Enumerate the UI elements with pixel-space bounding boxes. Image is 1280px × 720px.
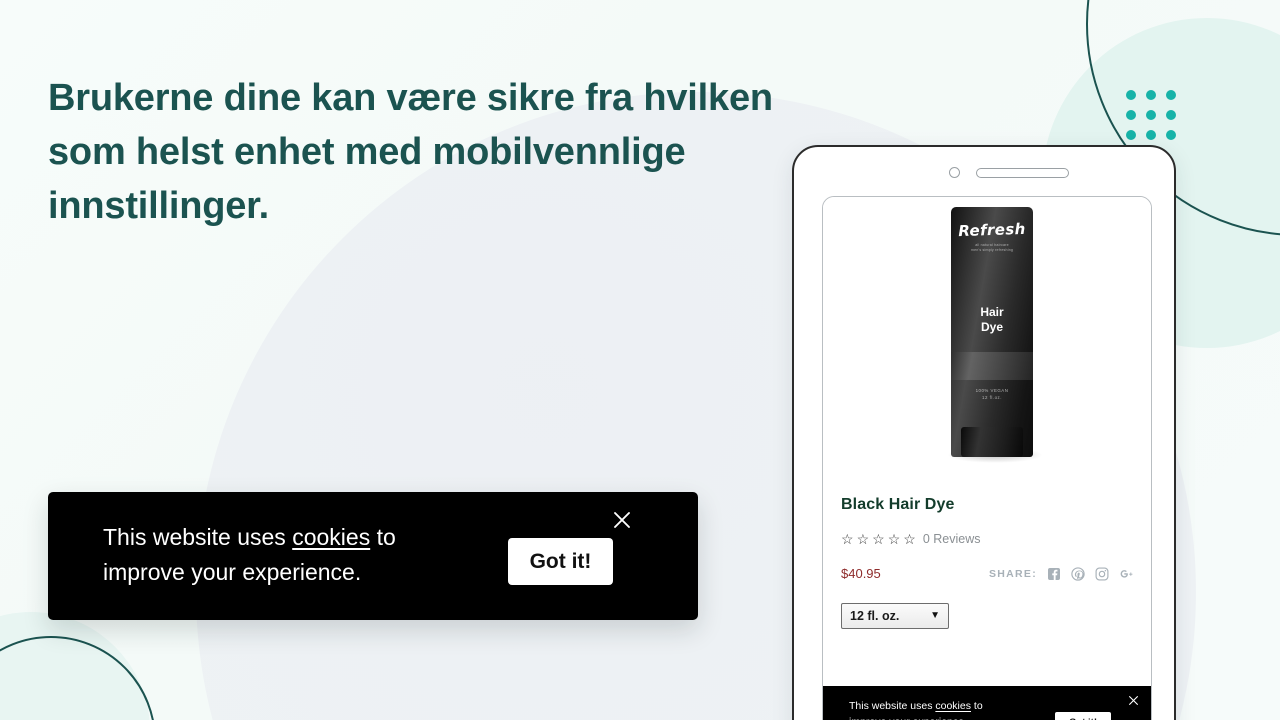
star-icon[interactable]: ☆ bbox=[903, 532, 916, 546]
pinterest-icon[interactable] bbox=[1071, 566, 1085, 581]
speaker-icon bbox=[976, 168, 1069, 178]
dot-icon bbox=[1166, 110, 1176, 120]
phone-cookie-accept-button[interactable]: Got it! bbox=[1055, 712, 1111, 720]
product-price: $40.95 bbox=[841, 566, 881, 581]
product-title: Black Hair Dye bbox=[841, 496, 955, 513]
product-tube: Refresh all natural haircare men's simpl… bbox=[951, 207, 1033, 457]
tube-legal-line-2: 12 fl.oz. bbox=[982, 395, 1002, 400]
phone-mockup: Refresh all natural haircare men's simpl… bbox=[792, 145, 1176, 720]
dot-icon bbox=[1126, 110, 1136, 120]
google-plus-icon[interactable] bbox=[1119, 567, 1133, 581]
variant-select[interactable]: 12 fl. oz. ▼ bbox=[841, 603, 949, 629]
cookie-text-before: This website uses bbox=[103, 524, 293, 550]
phone-cookie-banner: This website uses cookies to improve you… bbox=[823, 686, 1151, 720]
star-icon[interactable]: ☆ bbox=[841, 532, 854, 546]
cookie-accept-button[interactable]: Got it! bbox=[508, 538, 613, 585]
facebook-icon[interactable] bbox=[1047, 567, 1061, 581]
share-group: SHARE: bbox=[988, 566, 1133, 581]
phone-screen: Refresh all natural haircare men's simpl… bbox=[822, 196, 1152, 720]
tube-product-name: Hair Dye bbox=[951, 305, 1033, 335]
phone-cookie-text: This website uses cookies to improve you… bbox=[849, 698, 1019, 720]
cookie-banner-text: This website uses cookies to improve you… bbox=[103, 520, 483, 590]
tube-cap bbox=[961, 427, 1023, 457]
phone-cookie-close-icon[interactable] bbox=[1127, 694, 1140, 707]
dot-icon bbox=[1146, 90, 1156, 100]
dot-icon bbox=[1146, 110, 1156, 120]
product-image: Refresh all natural haircare men's simpl… bbox=[823, 197, 1151, 480]
tube-band bbox=[951, 352, 1033, 380]
tube-tagline: all natural haircare men's simply refres… bbox=[951, 243, 1033, 254]
share-icon-list bbox=[1047, 566, 1133, 581]
dot-grid-decoration bbox=[1126, 90, 1176, 140]
camera-icon bbox=[949, 167, 960, 178]
dot-icon bbox=[1146, 130, 1156, 140]
page-headline: Brukerne dine kan være sikre fra hvilken… bbox=[48, 77, 773, 228]
tube-legal-text: 100% VEGAN 12 fl.oz. bbox=[951, 387, 1033, 401]
star-icon[interactable]: ☆ bbox=[857, 532, 870, 546]
share-label: SHARE: bbox=[988, 567, 1037, 580]
tube-name-line-2: Dye bbox=[980, 320, 1003, 334]
cookie-consent-banner: This website uses cookies to improve you… bbox=[48, 492, 698, 620]
dot-icon bbox=[1166, 90, 1176, 100]
star-rating[interactable]: ☆ ☆ ☆ ☆ ☆ bbox=[841, 532, 916, 546]
tube-legal-line-1: 100% VEGAN bbox=[975, 388, 1009, 393]
phone-cookies-link[interactable]: cookies bbox=[935, 700, 971, 712]
tube-name-line-1: Hair bbox=[980, 305, 1004, 319]
chevron-down-icon: ▼ bbox=[930, 610, 940, 621]
close-icon[interactable] bbox=[610, 508, 634, 532]
star-icon[interactable]: ☆ bbox=[872, 532, 885, 546]
tube-brand-label: Refresh bbox=[957, 219, 1027, 241]
phone-cookie-text-before: This website uses bbox=[849, 700, 936, 712]
slide-canvas: Brukerne dine kan være sikre fra hvilken… bbox=[0, 0, 1280, 720]
product-details: Black Hair Dye ☆ ☆ ☆ ☆ ☆ 0 Reviews $40.9… bbox=[823, 480, 1151, 629]
tube-tagline-line-2: men's simply refreshing bbox=[970, 248, 1014, 253]
product-rating-row: ☆ ☆ ☆ ☆ ☆ 0 Reviews bbox=[841, 532, 1133, 546]
cookies-link[interactable]: cookies bbox=[292, 524, 370, 550]
star-icon[interactable]: ☆ bbox=[888, 532, 901, 546]
dot-icon bbox=[1126, 130, 1136, 140]
variant-select-value: 12 fl. oz. bbox=[850, 609, 900, 623]
reviews-count[interactable]: 0 Reviews bbox=[923, 532, 981, 546]
price-and-share-row: $40.95 SHARE: bbox=[841, 566, 1133, 581]
dot-icon bbox=[1166, 130, 1176, 140]
instagram-icon[interactable] bbox=[1095, 567, 1109, 581]
dot-icon bbox=[1126, 90, 1136, 100]
